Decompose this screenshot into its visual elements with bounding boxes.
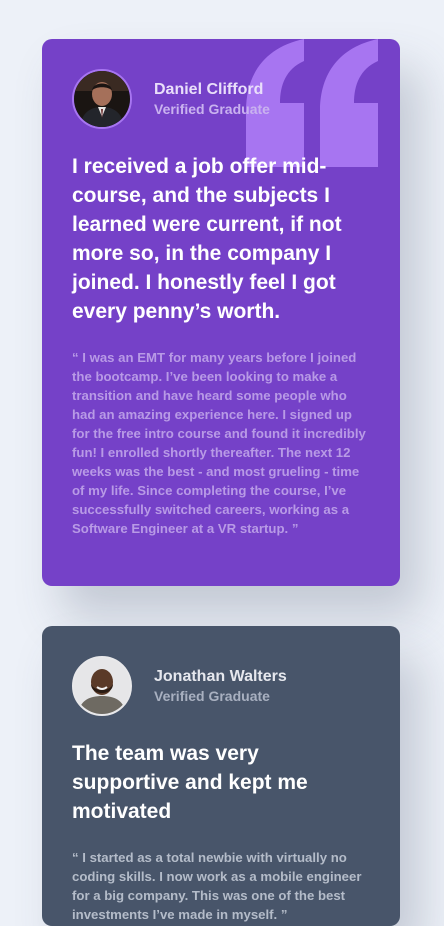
avatar: [72, 69, 132, 129]
person-photo-icon: [74, 658, 130, 714]
testimonial-card-daniel: Daniel Clifford Verified Graduate I rece…: [42, 39, 400, 586]
testimonial-title: I received a job offer mid-course, and t…: [72, 155, 342, 323]
testimonial-body: “ I started as a total newbie with virtu…: [72, 850, 362, 922]
author-role: Verified Graduate: [154, 101, 270, 117]
testimonial-card-jonathan: Jonathan Walters Verified Graduate The t…: [42, 626, 400, 926]
testimonial-title: The team was very supportive and kept me…: [72, 742, 308, 823]
testimonial-body: “ I was an EMT for many years before I j…: [72, 350, 366, 536]
avatar: [72, 656, 132, 716]
author-role: Verified Graduate: [154, 688, 270, 704]
author-name: Jonathan Walters: [154, 668, 287, 685]
author-header: Jonathan Walters Verified Graduate: [72, 655, 370, 717]
author-header: Daniel Clifford Verified Graduate: [72, 68, 370, 130]
author-name: Daniel Clifford: [154, 81, 264, 98]
person-photo-icon: [74, 71, 130, 127]
